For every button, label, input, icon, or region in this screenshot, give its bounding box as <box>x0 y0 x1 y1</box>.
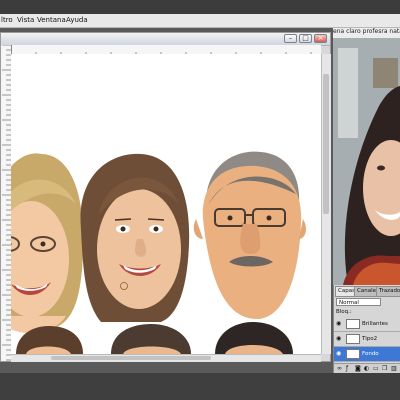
layer-row-tipo2[interactable]: ◉ Tipo2 <box>334 332 400 347</box>
layers-panel: Capas Canales Trazados Normal Bloq.: ◉ B… <box>333 285 400 375</box>
menu-item-vista[interactable]: Vista <box>17 16 34 24</box>
ruler-ticks-icon <box>2 44 11 361</box>
eye-icon[interactable]: ◉ <box>336 321 343 327</box>
menu-item-ayuda[interactable]: Ayuda <box>66 16 88 24</box>
webcam-title: ena claro profesra natal <box>333 28 400 38</box>
maximize-button[interactable]: □ <box>299 34 312 43</box>
layer-name: Tipo2 <box>362 336 378 342</box>
trash-icon[interactable]: ▥ <box>391 365 397 372</box>
eye-icon[interactable]: ◉ <box>336 351 343 357</box>
layer-row-fondo[interactable]: ◉ Fondo <box>334 347 400 362</box>
adjustment-icon[interactable]: ◐ <box>364 365 369 372</box>
close-button[interactable]: × <box>314 34 327 43</box>
caricature-man-glasses <box>193 151 306 320</box>
caricature-bottom-row <box>16 322 293 354</box>
minimize-button[interactable]: – <box>284 34 297 43</box>
document-window: – □ × <box>0 32 331 362</box>
mask-icon[interactable]: ◙ <box>355 365 361 372</box>
layer-name: Fondo <box>362 351 379 357</box>
folder-icon[interactable]: ▭ <box>373 365 379 372</box>
menu-bar: ltro Vista Ventana Ayuda <box>0 14 400 28</box>
vertical-scrollbar[interactable] <box>321 54 331 354</box>
horizontal-scrollbar[interactable] <box>11 354 321 362</box>
layer-row-brillantes[interactable]: ◉ Brillantes <box>334 317 400 332</box>
link-icon[interactable]: ∞ <box>337 365 342 372</box>
eye-icon[interactable]: ◉ <box>336 336 343 342</box>
webcam-video <box>333 28 400 285</box>
layer-thumbnail <box>346 319 360 329</box>
caricature-artwork <box>11 151 306 354</box>
tab-trazados[interactable]: Trazados <box>376 286 400 297</box>
menu-item-filtro[interactable]: ltro <box>1 16 13 24</box>
lock-label: Bloq.: <box>336 309 352 315</box>
layer-name: Brillantes <box>362 321 388 327</box>
webcam-person-image <box>333 38 400 285</box>
blend-mode-select[interactable]: Normal <box>336 298 381 306</box>
caricature-woman-brunette <box>80 153 190 322</box>
horizontal-scroll-thumb[interactable] <box>51 356 211 360</box>
bottom-bar <box>0 373 400 400</box>
vertical-scroll-thumb[interactable] <box>323 74 329 214</box>
caricature-woman-blonde <box>11 153 84 334</box>
layer-thumbnail <box>346 334 360 344</box>
fx-icon[interactable]: ƒ <box>346 365 348 372</box>
new-layer-icon[interactable]: ❐ <box>382 365 387 372</box>
image-canvas[interactable] <box>11 54 321 354</box>
menu-item-ventana[interactable]: Ventana <box>37 16 66 24</box>
layer-thumbnail <box>346 349 360 359</box>
